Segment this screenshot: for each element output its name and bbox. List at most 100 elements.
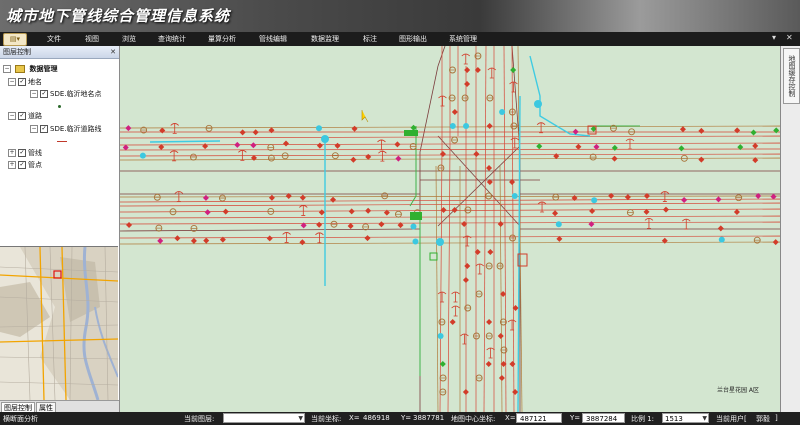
y-label: Y= — [401, 414, 412, 422]
pipe-point-symbol — [315, 125, 322, 132]
pipe-point-symbol — [404, 130, 418, 136]
current-user-value: 郭毅 — [756, 415, 770, 423]
center-y-label: Y= — [570, 414, 581, 422]
panel-header: 图层控制 ✕ — [0, 46, 119, 59]
pipe-point-symbol — [718, 236, 725, 243]
pipe-point-symbol — [321, 135, 329, 143]
current-tool: 横断面分析 — [3, 415, 38, 423]
center-x-value: 487121 — [520, 415, 547, 423]
menu-pipeline-edit[interactable]: 管线编辑 — [259, 34, 287, 44]
tree-label: 数据管理 — [29, 65, 58, 73]
x-label: X= — [349, 414, 360, 422]
layer-checkbox[interactable]: ✓ — [18, 161, 26, 169]
collapse-icon[interactable]: − — [3, 65, 11, 73]
current-user-bracket: ] — [775, 414, 778, 422]
pipe-point-symbol — [437, 333, 444, 339]
layer-checkbox[interactable]: ✓ — [18, 149, 26, 157]
layer-checkbox[interactable]: ✓ — [18, 78, 26, 86]
tab-attributes[interactable]: 属性 — [36, 402, 56, 412]
menu-view[interactable]: 视图 — [85, 34, 99, 44]
menu-file[interactable]: 文件 — [47, 34, 61, 44]
pipe-point-symbol — [463, 123, 470, 129]
x-value: 486918 — [363, 414, 390, 422]
layer-checkbox[interactable]: ✓ — [40, 125, 48, 133]
layer-tree: − 数据管理 − ✓ 地名 − ✓ SDE.临沂地名点 − ✓ 道路 − ✓ SDE.临沂道路线… — [0, 59, 119, 241]
title-bar: 城市地下管线综合管理信息系统 — [0, 0, 800, 32]
pipe-point-symbol — [436, 238, 444, 246]
collapse-icon[interactable]: − — [8, 78, 16, 86]
panel-title: 图层控制 — [3, 48, 31, 56]
right-panel: 地图缓存控制 — [780, 46, 800, 412]
chevron-down-icon: ▼ — [702, 415, 707, 422]
pipe-point-symbol — [499, 109, 506, 115]
tree-node-pipe-point[interactable]: + ✓ 管点 — [8, 161, 42, 170]
left-panel-tabs: 图层控制 属性 — [0, 400, 119, 412]
collapse-icon[interactable]: − — [30, 90, 38, 98]
pipe-point-symbol — [410, 212, 422, 220]
tree-node-place-name[interactable]: − ✓ 地名 — [8, 78, 42, 87]
expand-icon[interactable]: + — [8, 161, 16, 169]
current-coord-label: 当前坐标: — [311, 415, 342, 423]
tree-node-road-layer[interactable]: − ✓ SDE.临沂道路线 — [30, 125, 101, 134]
pipe-point-symbol — [410, 223, 417, 230]
y-value: 3887781 — [413, 414, 445, 422]
layer-checkbox[interactable]: ✓ — [18, 112, 26, 120]
tree-node-data-management[interactable]: − 数据管理 — [3, 65, 57, 74]
close-icon[interactable]: ✕ — [786, 33, 793, 42]
menu-graphic-output[interactable]: 图形输出 — [399, 34, 427, 44]
pipe-point-symbol — [139, 152, 146, 159]
scale-select[interactable]: 1513 ▼ — [662, 413, 709, 423]
line-symbol-icon — [57, 137, 67, 146]
pipe-point-symbol — [555, 221, 562, 228]
tree-label: 管线 — [28, 149, 42, 157]
center-y-value: 3887284 — [586, 415, 618, 423]
chevron-down-icon: ▼ — [298, 415, 303, 422]
menu-measure-analysis[interactable]: 量算分析 — [208, 34, 236, 44]
menu-data-supervision[interactable]: 数据监理 — [311, 34, 339, 44]
tree-label: 道路 — [28, 112, 42, 120]
current-user-label: 当前用户[ — [716, 415, 747, 423]
tree-node-place-name-layer[interactable]: − ✓ SDE.临沂地名点 — [30, 90, 101, 99]
current-layer-select[interactable]: ▼ — [223, 413, 305, 423]
app-title: 城市地下管线综合管理信息系统 — [6, 7, 231, 25]
collapse-icon[interactable]: − — [8, 112, 16, 120]
menu-system-management[interactable]: 系统管理 — [449, 34, 477, 44]
menu-query-statistics[interactable]: 查询统计 — [158, 34, 186, 44]
layer-control-panel: 图层控制 ✕ − 数据管理 − ✓ 地名 − ✓ SDE.临沂地名点 − ✓ 道路 − ✓ SD… — [0, 46, 120, 412]
pipe-point-symbol — [591, 197, 598, 204]
pipe-point-symbol — [412, 238, 419, 245]
center-y-field[interactable]: 3887284 — [582, 413, 625, 423]
expand-icon[interactable]: + — [8, 149, 16, 157]
map-view[interactable]: 兰台星花园 A区 — [120, 46, 780, 412]
menu-bar: ▤▾ 文件 视图 浏览 查询统计 量算分析 管线编辑 数据监理 标注 图形输出 … — [0, 32, 800, 46]
pipeline-map-canvas[interactable] — [120, 46, 780, 412]
tab-layer-control[interactable]: 图层控制 — [1, 402, 35, 412]
close-icon[interactable]: ✕ — [110, 46, 116, 58]
overview-map-svg — [0, 247, 118, 400]
center-x-field[interactable]: 487121 — [516, 413, 562, 423]
pipe-point-symbol — [534, 100, 542, 108]
status-bar: 横断面分析 当前图层: ▼ 当前坐标: X= 486918 Y= 3887781… — [0, 412, 800, 425]
pipe-point-symbol — [449, 123, 456, 129]
map-label: 兰台星花园 A区 — [717, 387, 760, 394]
file-button[interactable]: ▤▾ — [3, 33, 27, 46]
tab-map-cache-control[interactable]: 地图缓存控制 — [783, 48, 800, 104]
menu-browse[interactable]: 浏览 — [122, 34, 136, 44]
pipe-point-symbol — [511, 193, 518, 199]
database-icon — [15, 65, 26, 73]
collapse-icon[interactable]: − — [30, 125, 38, 133]
scale-label: 比例 1: — [631, 415, 655, 423]
point-symbol-icon — [58, 102, 61, 111]
chevron-down-icon[interactable]: ▾ — [772, 33, 776, 42]
center-x-label: X= — [505, 414, 516, 422]
overview-map[interactable] — [0, 246, 118, 400]
tree-node-pipeline[interactable]: + ✓ 管线 — [8, 149, 42, 158]
tree-node-road[interactable]: − ✓ 道路 — [8, 112, 42, 121]
scale-value: 1513 — [665, 415, 683, 423]
layer-checkbox[interactable]: ✓ — [40, 90, 48, 98]
tree-label: 地名 — [28, 78, 42, 86]
tree-label: 管点 — [28, 161, 42, 169]
center-coord-label: 地图中心坐标: — [451, 415, 496, 423]
tree-label: SDE.临沂道路线 — [50, 125, 102, 133]
menu-annotation[interactable]: 标注 — [363, 34, 377, 44]
